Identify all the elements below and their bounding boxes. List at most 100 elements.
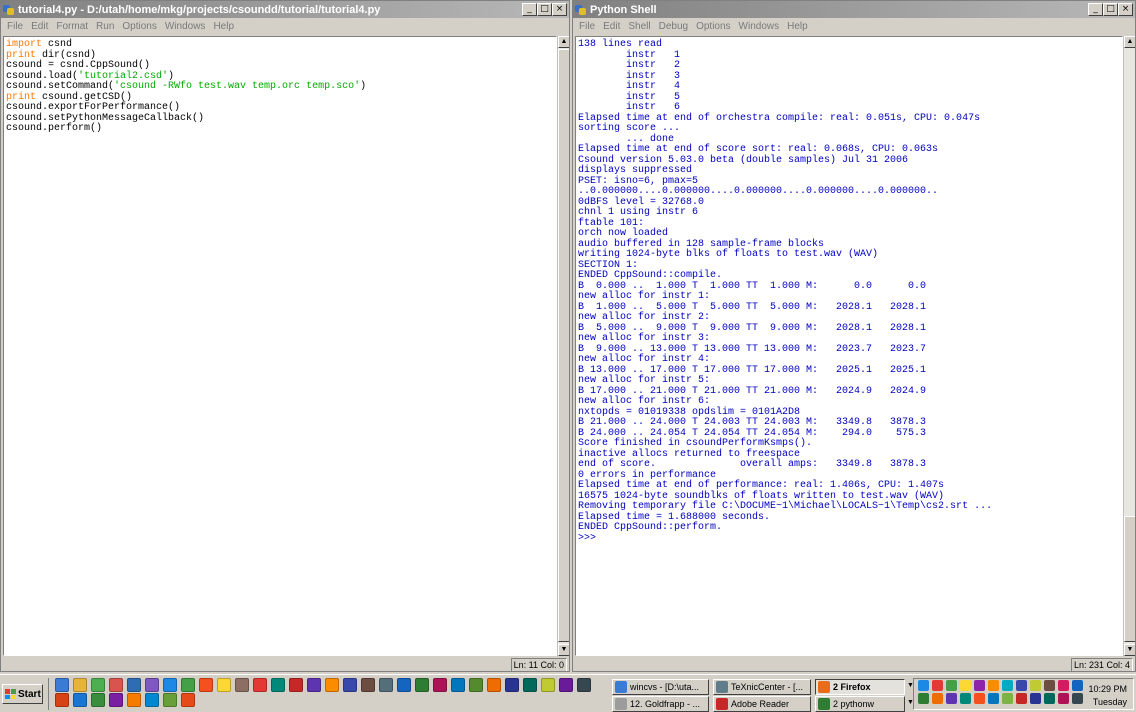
maximize-button[interactable]: □ [1103,3,1118,16]
taskbar-button[interactable]: 2 pythonw [815,696,905,712]
quick-launch-icon[interactable] [271,678,285,692]
taskbar-button[interactable]: wincvs - [D:\uta... [612,679,709,695]
minimize-button[interactable]: _ [522,3,537,16]
taskbar-button[interactable]: 2 Firefox [815,679,905,695]
quick-launch-icon[interactable] [145,693,159,707]
tray-icon[interactable] [918,680,929,691]
tray-icon[interactable] [1044,680,1055,691]
taskbar-button[interactable]: TeXnicCenter - [... [713,679,811,695]
scroll-down-button[interactable]: ▼ [1124,644,1135,656]
menu-shell[interactable]: Shell [624,21,654,32]
taskbar-button[interactable]: 12. Goldfrapp - ... [612,696,709,712]
quick-launch-icon[interactable] [541,678,555,692]
quick-launch-icon[interactable] [91,678,105,692]
quick-launch-icon[interactable] [73,693,87,707]
tray-icon[interactable] [960,680,971,691]
quick-launch-icon[interactable] [181,693,195,707]
menu-file[interactable]: File [3,21,27,32]
tray-icon[interactable] [918,693,929,704]
menu-edit[interactable]: Edit [599,21,624,32]
tray-icon[interactable] [1058,693,1069,704]
tray-icon[interactable] [946,693,957,704]
quick-launch-icon[interactable] [163,693,177,707]
quick-launch-icon[interactable] [235,678,249,692]
menu-edit[interactable]: Edit [27,21,52,32]
shell-output[interactable]: 138 lines read instr 1 instr 2 instr 3 i… [575,36,1123,656]
quick-launch-icon[interactable] [487,678,501,692]
quick-launch-icon[interactable] [109,693,123,707]
scroll-down-button[interactable]: ▼ [558,644,569,656]
clock[interactable]: 10:29 PM Tuesday [1088,683,1127,709]
scroll-up-button[interactable]: ▲ [1124,36,1135,48]
quick-launch-icon[interactable] [559,678,573,692]
scroll-thumb[interactable] [558,49,569,642]
quick-launch-icon[interactable] [253,678,267,692]
tray-icon[interactable] [1072,680,1083,691]
tray-icon[interactable] [1016,693,1027,704]
menu-windows[interactable]: Windows [735,21,784,32]
shell-scrollbar[interactable]: ▲ ▼ [1123,36,1135,656]
tray-icon[interactable] [1072,693,1083,704]
quick-launch-icon[interactable] [55,693,69,707]
menu-debug[interactable]: Debug [655,21,692,32]
tray-icon[interactable] [1030,680,1041,691]
quick-launch-icon[interactable] [181,678,195,692]
quick-launch-icon[interactable] [505,678,519,692]
start-button[interactable]: Start [2,684,43,704]
menu-file[interactable]: File [575,21,599,32]
quick-launch-icon[interactable] [451,678,465,692]
quick-launch-icon[interactable] [199,678,213,692]
menu-options[interactable]: Options [118,21,160,32]
code-area[interactable]: import csnd print dir(csnd) csound = csnd.… [4,37,556,138]
quick-launch-icon[interactable] [217,678,231,692]
quick-launch-icon[interactable] [433,678,447,692]
tray-icon[interactable] [932,693,943,704]
quick-launch-icon[interactable] [55,678,69,692]
quick-launch-icon[interactable] [127,678,141,692]
tray-icon[interactable] [974,680,985,691]
editor-window[interactable]: tutorial4.py - D:/utah/home/mkg/projects… [0,0,570,672]
quick-launch-icon[interactable] [379,678,393,692]
quick-launch-icon[interactable] [73,678,87,692]
quick-launch-icon[interactable] [109,678,123,692]
menu-options[interactable]: Options [692,21,734,32]
tray-icon[interactable] [1030,693,1041,704]
quick-launch-icon[interactable] [163,678,177,692]
quick-launch-icon[interactable] [91,693,105,707]
quick-launch-icon[interactable] [145,678,159,692]
quick-launch-icon[interactable] [325,678,339,692]
quick-launch-icon[interactable] [307,678,321,692]
tray-icon[interactable] [1002,680,1013,691]
menu-help[interactable]: Help [783,21,812,32]
shell-titlebar[interactable]: Python Shell _ □ × [573,1,1135,18]
tray-icon[interactable] [932,680,943,691]
close-button[interactable]: × [552,3,567,16]
menu-windows[interactable]: Windows [161,21,210,32]
editor-titlebar[interactable]: tutorial4.py - D:/utah/home/mkg/projects… [1,1,569,18]
maximize-button[interactable]: □ [537,3,552,16]
menu-run[interactable]: Run [92,21,118,32]
tray-icon[interactable] [1044,693,1055,704]
scroll-thumb[interactable] [1124,516,1135,642]
editor-scrollbar[interactable]: ▲ ▼ [557,36,569,656]
tray-icon[interactable] [988,680,999,691]
close-button[interactable]: × [1118,3,1133,16]
tray-icon[interactable] [974,693,985,704]
tray-icon[interactable] [946,680,957,691]
shell-text[interactable]: 138 lines read instr 1 instr 2 instr 3 i… [576,37,1122,547]
scroll-up-button[interactable]: ▲ [558,36,569,48]
minimize-button[interactable]: _ [1088,3,1103,16]
tray-icon[interactable] [1002,693,1013,704]
taskbar-button[interactable]: Adobe Reader [713,696,811,712]
quick-launch-icon[interactable] [415,678,429,692]
menu-format[interactable]: Format [52,21,92,32]
quick-launch-icon[interactable] [343,678,357,692]
quick-launch-icon[interactable] [523,678,537,692]
quick-launch-icon[interactable] [577,678,591,692]
quick-launch-icon[interactable] [127,693,141,707]
code-editor[interactable]: import csnd print dir(csnd) csound = csnd.… [3,36,557,656]
python-shell-window[interactable]: Python Shell _ □ × File Edit Shell Debug… [572,0,1136,672]
tray-icon[interactable] [988,693,999,704]
quick-launch-icon[interactable] [361,678,375,692]
menu-help[interactable]: Help [209,21,238,32]
